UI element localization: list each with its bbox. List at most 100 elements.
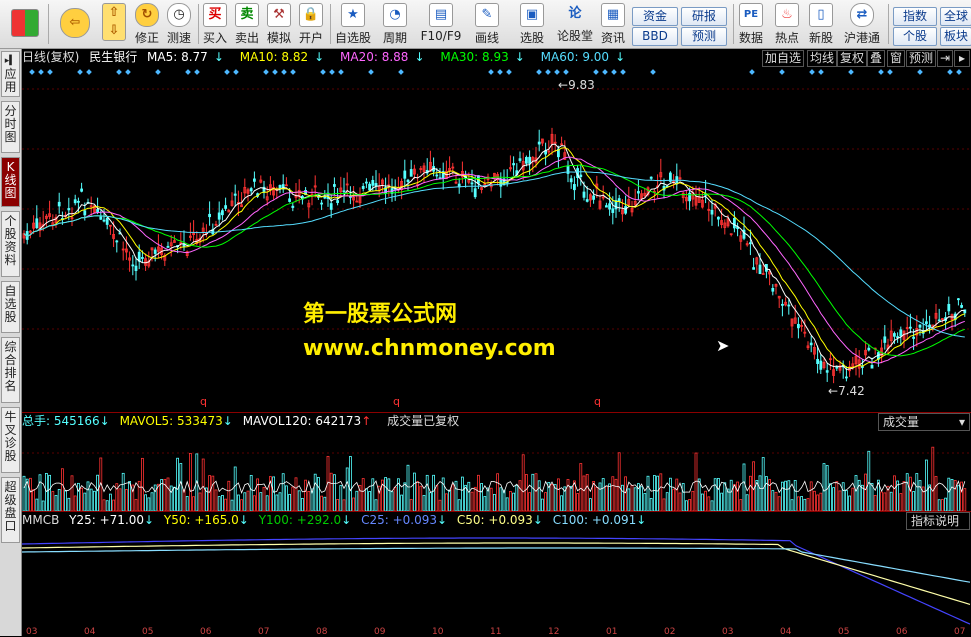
signal-diamond [194,69,200,75]
open-account-button[interactable]: 🔒 开户 [296,3,326,47]
index-button[interactable]: 指数 [893,7,937,26]
forecast-toggle-button[interactable]: 预测 [906,50,937,67]
candle-body [611,208,615,213]
volume-bar [605,485,608,511]
sell-label: 卖出 [234,31,259,45]
candle-body [67,208,71,211]
volume-bar [371,478,375,511]
volume-bar [444,493,448,511]
signal-diamond [545,69,551,75]
forecast-button[interactable]: 预测 [681,27,727,46]
data-label: 数据 [738,31,763,45]
windows-logo-button[interactable] [8,3,42,47]
volume-indicator-dropdown[interactable]: 成交量 ▾ [878,413,970,431]
volume-bar [934,476,938,511]
volume-bar [496,473,500,511]
draw-line-button[interactable]: ✎ 画线 [470,3,504,47]
volume-bar [931,446,935,511]
expand-icon[interactable]: ⇥ [937,50,954,67]
favorites-button[interactable]: ★ 自选股 [333,3,373,47]
global-button[interactable]: 全球 [940,7,971,26]
tab-watchlist[interactable]: 自选股 [1,281,20,333]
volume-bar [867,450,871,511]
volume-bar [284,485,288,511]
overlay-button[interactable]: 叠 [867,50,886,67]
sell-icon: 卖 [235,3,259,27]
capital-button[interactable]: 资金 [632,7,678,26]
volume-bar [656,475,659,511]
ma-button[interactable]: 均线 [807,50,838,67]
buy-button[interactable]: 买 买入 [200,3,230,47]
volume-bar [701,493,704,511]
period-button[interactable]: ◔ 周期 [378,3,412,47]
volume-bar [675,478,679,511]
volume-bar [332,474,336,511]
tab-intraday[interactable]: 分时图 [1,101,20,153]
tab-apps[interactable]: ▸▍ 应用 [1,51,20,97]
volume-bar [797,496,800,511]
stock-button[interactable]: 个股 [893,27,937,46]
f10-icon: ▤ [429,3,453,27]
hk-connect-button[interactable]: ⇄ 沪港通 [840,3,884,47]
add-watchlist-button[interactable]: 加自选 [762,50,805,67]
simulate-button[interactable]: ⚒ 模拟 [264,3,294,47]
volume-bar [678,492,682,511]
volume-bar [499,487,503,511]
tab-ranking[interactable]: 综合排名 [1,337,20,403]
volume-bar [963,488,967,511]
tab-diagnosis[interactable]: 牛叉诊股 [1,407,20,473]
f10-button[interactable]: ▤ F10/F9 [416,3,466,47]
volume-bar [128,481,131,511]
speed-test-button[interactable]: ◷ 测速 [164,3,194,47]
news-button[interactable]: ▦ 资讯 [598,3,628,47]
volume-bar [214,489,218,511]
volume-bar [707,496,711,511]
volume-bar [390,491,394,511]
volume-bar [217,496,221,511]
windows-logo-icon [11,9,39,37]
more-arrow-icon[interactable]: ▸ [954,50,970,67]
window-button[interactable]: 窗 [887,50,906,67]
volume-bar [681,483,685,511]
select-stock-button[interactable]: ▣ 选股 [512,3,552,47]
tab-stock-info[interactable]: 个股资料 [1,211,20,277]
research-button[interactable]: 研报 [681,7,727,26]
indicator-pane[interactable]: MMCB Y25: +71.00↓ Y50: +165.0↓ Y100: +29… [22,511,971,637]
refresh-button[interactable]: ↻ 修正 [132,3,162,47]
volume-bar [320,495,324,511]
volume-bar [544,492,547,511]
volume-bar [61,468,64,511]
adjust-button[interactable]: 复权 [837,50,868,67]
volume-bar [601,478,605,511]
candle-body [883,336,887,343]
ipo-button[interactable]: ▯ 新股 [806,3,836,47]
data-button[interactable]: PE 数据 [736,3,766,47]
candle-body [105,217,109,225]
hot-button[interactable]: ♨ 热点 [772,3,802,47]
tab-super-level[interactable]: 超级盘口 [1,477,20,543]
candle-body [524,157,528,164]
c100-line [22,547,971,583]
volume-bar [153,484,157,511]
candle-body [323,196,327,199]
tab-kline[interactable]: K线图 [1,157,20,207]
sell-button[interactable]: 卖 卖出 [232,3,262,47]
candle-body [224,205,228,209]
volume-bar [589,498,592,511]
page-up-down-button[interactable]: ⇧ ⇩ [102,3,126,47]
candle-body [675,176,679,184]
volume-bar [316,477,320,511]
back-button[interactable]: ⇦ [58,3,92,47]
bbd-button[interactable]: BBD [632,27,678,46]
candle-body [582,191,586,198]
indicator-help-button[interactable]: 指标说明 [906,512,970,530]
volume-bar [899,493,903,511]
volume-bar [665,492,669,511]
forum-button[interactable]: 论 论股堂 [556,3,594,47]
signal-diamond [338,69,344,75]
volume-pane[interactable]: 总手: 545166↓ MAVOL5: 533473↓ MAVOL120: 64… [22,412,971,511]
sector-button[interactable]: 板块 [940,27,971,46]
volume-bar [598,482,602,511]
volume-bar [438,499,442,511]
volume-bar [739,499,743,511]
